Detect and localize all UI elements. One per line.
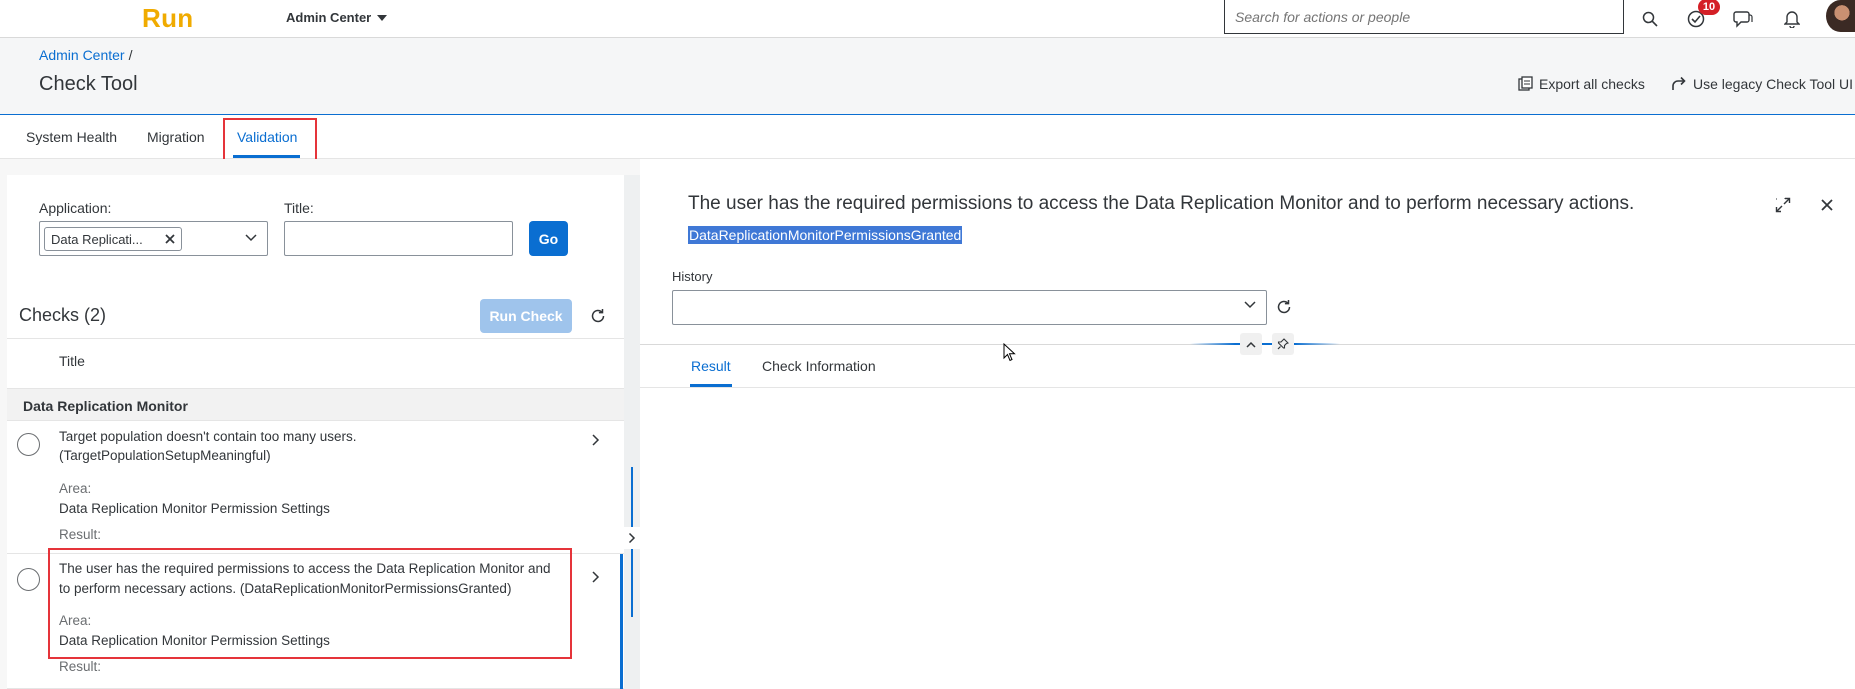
bell-icon[interactable]	[1779, 6, 1805, 32]
title-filter-label: Title:	[284, 200, 314, 216]
application-token-label: Data Replicati...	[51, 231, 143, 247]
search-icon[interactable]	[1637, 6, 1663, 32]
breadcrumb-link-admin-center[interactable]: Admin Center	[39, 47, 125, 63]
result-tabs-divider	[640, 387, 1855, 388]
chevron-down-icon[interactable]	[245, 234, 257, 242]
breadcrumb: Admin Center /	[39, 47, 132, 63]
checks-table-header: Title	[7, 338, 624, 388]
item-radio[interactable]	[17, 568, 40, 591]
item-area-value: Data Replication Monitor Permission Sett…	[59, 501, 330, 516]
header-divider-accent	[1190, 343, 1340, 345]
close-icon[interactable]	[1814, 192, 1840, 218]
item-result-label: Result:	[59, 527, 102, 542]
export-all-checks-button[interactable]: Export all checks	[1517, 76, 1645, 92]
use-legacy-ui-button[interactable]: Use legacy Check Tool UI	[1671, 76, 1853, 92]
fullscreen-icon[interactable]	[1770, 192, 1796, 218]
item-area-value: Data Replication Monitor Permission Sett…	[59, 633, 330, 648]
notification-badge: 10	[1698, 0, 1720, 15]
checks-heading: Checks (2)	[19, 305, 107, 325]
history-label: History	[672, 269, 713, 284]
tab-result[interactable]: Result	[691, 358, 731, 374]
breadcrumb-separator: /	[128, 47, 133, 63]
collapse-header-button[interactable]	[1240, 333, 1262, 355]
item-result-label: Result:	[59, 659, 102, 674]
shell-bar: Run Admin Center 10	[0, 0, 1855, 38]
use-legacy-ui-label: Use legacy Check Tool UI	[1693, 76, 1854, 92]
pin-header-button[interactable]	[1272, 333, 1294, 355]
application-token[interactable]: Data Replicati...	[44, 227, 182, 251]
item-radio[interactable]	[17, 433, 40, 456]
list-item[interactable]: Target population doesn't contain too ma…	[7, 421, 624, 554]
token-remove-icon[interactable]	[165, 234, 175, 244]
item-title-line2: to perform necessary actions. (DataRepli…	[59, 581, 512, 596]
history-select[interactable]	[672, 290, 1267, 325]
chevron-right-icon	[628, 532, 636, 544]
chevron-right-icon[interactable]	[591, 433, 601, 447]
splitter-handle[interactable]	[624, 527, 640, 549]
admin-center-menu-label: Admin Center	[286, 10, 372, 25]
item-title-line2: (TargetPopulationSetupMeaningful)	[59, 448, 271, 463]
page-header: Admin Center / Check Tool Export all chec…	[0, 38, 1855, 115]
item-area-label: Area:	[59, 613, 92, 628]
chevron-up-icon	[1246, 341, 1256, 348]
chevron-right-icon[interactable]	[591, 570, 601, 584]
application-filter-label: Application:	[39, 200, 112, 216]
detail-title: The user has the required permissions to…	[688, 193, 1635, 214]
export-icon	[1518, 76, 1533, 91]
application-select[interactable]: Data Replicati...	[39, 221, 268, 256]
list-item[interactable]: The user has the required permissions to…	[7, 554, 624, 689]
item-area-label: Area:	[59, 481, 92, 496]
tab-migration[interactable]: Migration	[147, 129, 205, 145]
admin-center-menu[interactable]: Admin Center	[286, 10, 388, 25]
title-filter-input[interactable]	[284, 221, 513, 256]
chevron-down-icon[interactable]	[1244, 301, 1256, 309]
detail-technical-name: DataReplicationMonitorPermissionsGranted	[688, 226, 963, 244]
page-title: Check Tool	[39, 73, 138, 95]
refresh-icon[interactable]	[588, 306, 608, 326]
item-title-line1: The user has the required permissions to…	[59, 561, 551, 576]
tab-system-health[interactable]: System Health	[26, 129, 117, 145]
tab-validation[interactable]: Validation	[237, 129, 297, 145]
pin-icon	[1277, 338, 1289, 350]
go-button[interactable]: Go	[529, 221, 568, 256]
app-logo[interactable]: Run	[142, 3, 193, 34]
export-all-checks-label: Export all checks	[1539, 76, 1645, 92]
selected-item-indicator	[620, 554, 623, 689]
share-arrow-icon	[1672, 76, 1686, 90]
search-input[interactable]	[1224, 0, 1624, 34]
active-tab-indicator	[233, 155, 300, 158]
item-title-line1: Target population doesn't contain too ma…	[59, 429, 357, 444]
caret-down-icon	[377, 15, 388, 21]
tab-check-information[interactable]: Check Information	[762, 358, 876, 374]
mouse-cursor-icon	[1003, 343, 1016, 362]
group-header-data-replication-monitor: Data Replication Monitor	[7, 388, 624, 421]
group-header-label: Data Replication Monitor	[23, 398, 188, 414]
history-refresh-icon[interactable]	[1274, 297, 1294, 317]
run-check-button[interactable]: Run Check	[480, 299, 572, 333]
column-title[interactable]: Title	[59, 353, 85, 369]
feedback-icon[interactable]	[1730, 6, 1756, 32]
avatar[interactable]	[1826, 0, 1855, 32]
tab-bar: System Health Migration Validation	[0, 115, 1855, 159]
